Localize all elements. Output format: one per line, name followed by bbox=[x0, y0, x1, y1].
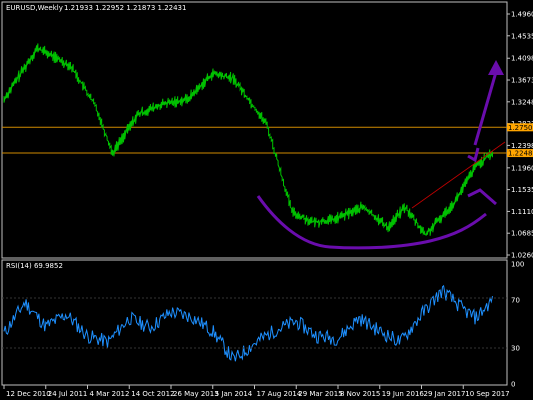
time-axis-label: 4 Mar 2012 bbox=[90, 390, 130, 398]
price-series-line bbox=[3, 43, 493, 236]
rsi-axis-label: 30 bbox=[511, 345, 520, 353]
price-axis-label: 1.32480 bbox=[511, 98, 533, 106]
time-axis-label: 29 Mar 2015 bbox=[298, 390, 342, 398]
purple-handle-mark[interactable] bbox=[467, 188, 497, 206]
price-axis-label: 1.06855 bbox=[511, 230, 533, 238]
price-axis-label: 1.11105 bbox=[511, 208, 533, 216]
price-axis-label: 1.19605 bbox=[511, 164, 533, 172]
time-axis-label: 17 Aug 2014 bbox=[257, 390, 302, 398]
time-axis-label: 8 Nov 2015 bbox=[340, 390, 380, 398]
time-axis-label: 26 May 2013 bbox=[173, 390, 219, 398]
purple-up-arrow-shaft[interactable] bbox=[473, 71, 498, 146]
rsi-axis-label: 100 bbox=[511, 261, 524, 269]
current-price-tag-label: 1.22488 bbox=[508, 150, 533, 158]
rsi-axis-label: 0 bbox=[511, 381, 515, 389]
rsi-axis-label: 70 bbox=[511, 297, 520, 305]
time-axis-label: 14 Oct 2012 bbox=[131, 390, 174, 398]
time-axis-label: 10 Sep 2017 bbox=[465, 390, 509, 398]
time-axis-label: 5 Jan 2014 bbox=[215, 390, 253, 398]
price-axis: 1.496051.453551.409801.367301.324801.282… bbox=[507, 11, 533, 260]
price-axis-label: 1.45355 bbox=[511, 32, 533, 40]
chart-window[interactable]: EURUSD,Weekly 1.21933 1.22952 1.21873 1.… bbox=[0, 0, 533, 400]
purple-check-mark[interactable] bbox=[467, 147, 480, 163]
price-pane-frame bbox=[1, 1, 508, 259]
ohlc-readout: 1.21933 1.22952 1.21873 1.22431 bbox=[64, 4, 186, 12]
time-axis-label: 19 Jun 2016 bbox=[382, 390, 425, 398]
time-axis-label: 29 Jan 2017 bbox=[424, 390, 466, 398]
rsi-pane-frame bbox=[1, 259, 508, 386]
rsi-series-line bbox=[3, 284, 493, 362]
price-axis-label: 1.02605 bbox=[511, 252, 533, 260]
level-price-tag-label: 1.27509 bbox=[508, 124, 533, 132]
purple-up-arrowhead-icon[interactable] bbox=[488, 60, 504, 75]
price-axis-label: 1.49605 bbox=[511, 11, 533, 19]
symbol-title: EURUSD,Weekly bbox=[6, 4, 63, 12]
rsi-label: RSI(14) 69.9852 bbox=[6, 262, 63, 270]
price-axis-label: 1.40980 bbox=[511, 55, 533, 63]
time-axis: 12 Dec 201024 Jul 2011 4 Mar 2012 14 Oct 2… bbox=[3, 385, 510, 398]
time-axis-label: 12 Dec 2010 bbox=[6, 390, 51, 398]
rsi-axis: 100 70 30 0 bbox=[511, 261, 524, 389]
price-axis-label: 1.15355 bbox=[511, 186, 533, 194]
price-axis-label: 1.36730 bbox=[511, 77, 533, 85]
time-axis-label: 24 Jul 2011 bbox=[48, 390, 88, 398]
